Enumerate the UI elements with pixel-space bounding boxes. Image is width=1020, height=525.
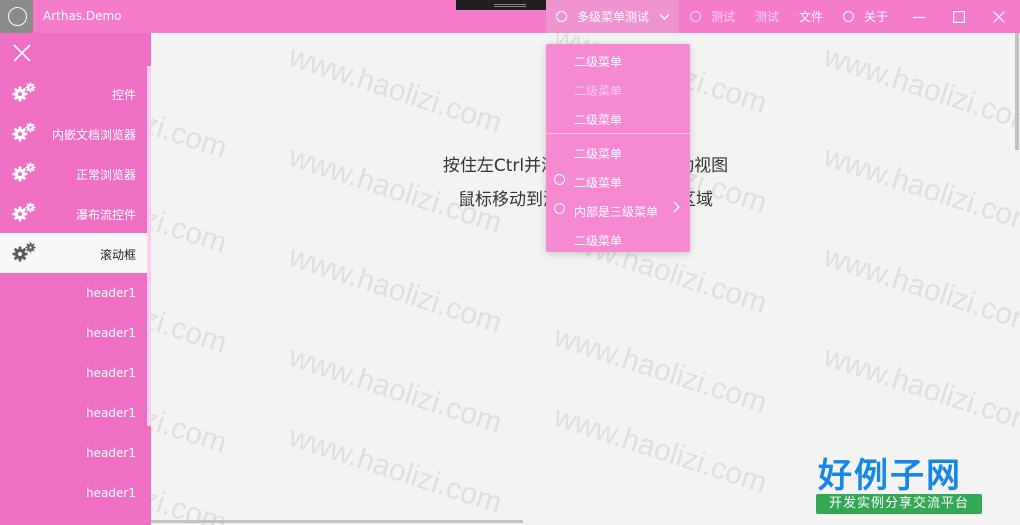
gears-icon	[12, 202, 36, 222]
sidebar: 控件内嵌文档浏览器正常浏览器瀑布流控件滚动框 header1 header1 head…	[0, 33, 151, 525]
sidebar-close-button[interactable]	[11, 42, 33, 64]
dropdown-item[interactable]: 二级菜单	[546, 47, 690, 71]
sidebar-item[interactable]: header1	[0, 273, 151, 313]
dropdown-submenu-item[interactable]: 内部是三级菜单	[546, 197, 690, 221]
sidebar-item[interactable]: 控件	[0, 73, 151, 113]
menu-label: 文件	[799, 10, 824, 24]
chevron-right-icon	[673, 201, 680, 217]
dropdown-item[interactable]: 二级菜单	[546, 105, 690, 129]
watermark-text: www.haolizi.com	[819, 240, 1020, 340]
menu-about[interactable]: 关于	[843, 0, 888, 33]
watermark-text: www.haolizi.com	[819, 40, 1020, 140]
horizontal-scrollbar[interactable]	[151, 520, 523, 523]
watermark-text: www.haolizi.com	[284, 40, 506, 140]
sidebar-item-label: 滚动框	[99, 248, 136, 262]
close-icon	[993, 10, 1005, 23]
menu-multilevel[interactable]: 多级菜单测试	[546, 0, 679, 33]
sidebar-item-label: header1	[86, 326, 136, 340]
app-circle-icon	[8, 7, 27, 26]
sidebar-item[interactable]: header1	[0, 473, 151, 513]
maximize-button[interactable]	[939, 0, 979, 33]
sidebar-scrollbar[interactable]	[147, 66, 151, 426]
gears-icon	[12, 242, 36, 262]
dropdown-item-label: 二级菜单	[574, 147, 623, 161]
dropdown-item-disabled[interactable]: 二级菜单	[546, 76, 690, 100]
sidebar-item[interactable]: 瀑布流控件	[0, 193, 151, 233]
dropdown-item[interactable]: 二级菜单	[546, 139, 690, 163]
menu-label: 多级菜单测试	[577, 10, 650, 24]
menu-label: 关于	[864, 10, 889, 24]
circle-icon	[556, 11, 567, 22]
menu-label: 测试	[711, 10, 736, 24]
maximize-icon	[953, 10, 965, 23]
close-button[interactable]	[979, 0, 1019, 33]
sidebar-item[interactable]: 内嵌文档浏览器	[0, 113, 151, 153]
watermark-text: www.haolizi.com	[284, 420, 506, 520]
sidebar-item[interactable]: header1	[0, 393, 151, 433]
sidebar-item[interactable]: header1	[0, 353, 151, 393]
vertical-scrollbar[interactable]	[1015, 33, 1019, 150]
logo-title: 好例子网	[818, 456, 962, 496]
dropdown-item-label: 二级菜单	[574, 55, 623, 69]
minimize-icon	[913, 16, 925, 18]
menu-test-1[interactable]: 测试	[690, 0, 735, 33]
sidebar-item-label: 瀑布流控件	[75, 208, 136, 222]
title-bar[interactable]: Arthas.Demo 多级菜单测试 测试 测试 文件 关于	[0, 0, 1020, 33]
logo-subtitle: 开发实例分享交流平台	[816, 494, 982, 514]
site-logo: 好例子网 开发实例分享交流平台	[814, 448, 984, 516]
sidebar-item-label: header1	[86, 446, 136, 460]
watermark-text: www.haolizi.com	[819, 340, 1020, 440]
watermark-text: www.haolizi.com	[284, 240, 506, 340]
app-icon[interactable]	[0, 0, 33, 33]
chevron-down-icon	[659, 10, 670, 24]
dropdown-item[interactable]: 二级菜单	[546, 226, 690, 250]
dropdown-item-with-icon[interactable]: 二级菜单	[546, 168, 690, 192]
circle-icon	[843, 11, 854, 22]
watermark-text: www.haolizi.com	[549, 320, 771, 420]
drag-line-icon	[494, 6, 526, 7]
sidebar-item-label: header1	[86, 406, 136, 420]
gears-icon	[12, 162, 36, 182]
menu-file[interactable]: 文件	[799, 0, 823, 33]
sidebar-item[interactable]: header1	[0, 433, 151, 473]
watermark-text: www.haolizi.com	[549, 400, 771, 500]
sidebar-item-label: 控件	[111, 88, 136, 102]
dropdown-item-label: 二级菜单	[574, 113, 623, 127]
dropdown-item-label: 内部是三级菜单	[574, 205, 659, 219]
menu-label: 测试	[755, 10, 780, 24]
circle-icon	[554, 203, 565, 214]
minimize-button[interactable]	[899, 0, 939, 33]
dropdown-item-label: 二级菜单	[574, 234, 623, 248]
watermark-text: www.haolizi.com	[284, 340, 506, 440]
sidebar-item-label: header1	[86, 486, 136, 500]
window-title: Arthas.Demo	[43, 9, 122, 23]
gears-icon	[12, 82, 36, 102]
menu-test-2[interactable]: 测试	[755, 0, 779, 33]
dropdown-item-label: 二级菜单	[574, 176, 623, 190]
sidebar-item-label: header1	[86, 366, 136, 380]
gears-icon	[12, 122, 36, 142]
sidebar-item-label: 内嵌文档浏览器	[51, 128, 136, 142]
submenu-dropdown: 二级菜单 二级菜单 二级菜单 二级菜单 二级菜单 内部是三级菜单 二级菜单	[546, 44, 690, 252]
dropdown-separator	[546, 133, 690, 134]
sidebar-item[interactable]: 滚动框	[0, 233, 151, 273]
close-icon	[13, 44, 31, 62]
drag-line-icon	[494, 4, 526, 5]
sidebar-item[interactable]: 正常浏览器	[0, 153, 151, 193]
sidebar-item-label: header1	[86, 286, 136, 300]
sidebar-item-label: 正常浏览器	[75, 168, 136, 182]
dropdown-item-label: 二级菜单	[574, 84, 623, 98]
circle-icon	[690, 11, 701, 22]
circle-icon	[554, 174, 565, 185]
sidebar-item[interactable]: header1	[0, 313, 151, 353]
